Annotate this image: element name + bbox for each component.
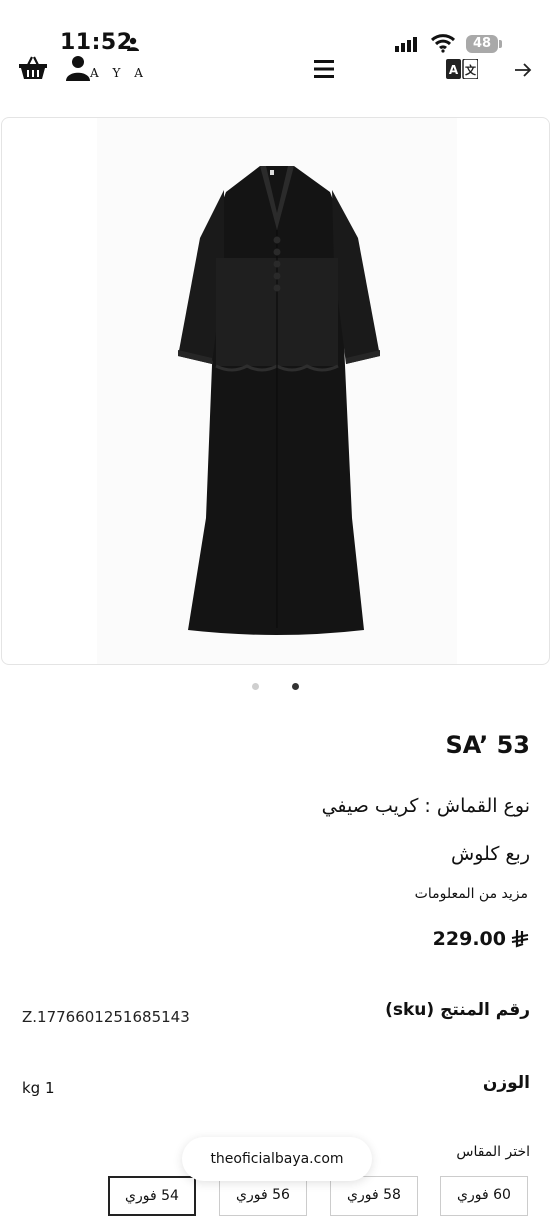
sku-value: Z.1776601251685143 — [22, 1008, 190, 1026]
carousel-dot-1[interactable] — [252, 683, 259, 690]
carousel-dot-2-active[interactable] — [292, 683, 299, 690]
svg-text:文: 文 — [465, 63, 477, 77]
product-image[interactable] — [1, 117, 550, 665]
weight-label: الوزن — [482, 1073, 530, 1093]
weight-value: kg 1 — [22, 1079, 55, 1097]
fit-type: ربع كلوش — [451, 843, 530, 865]
size-option-60[interactable]: 60 فوري — [440, 1176, 528, 1216]
browser-url-pill[interactable]: theoficialbaya.com — [182, 1137, 372, 1181]
product-title: SA’ 53 — [445, 731, 530, 759]
riyal-currency-icon — [511, 930, 529, 948]
fabric-type: نوع القماش : كريب صيفي — [321, 795, 530, 817]
person-status-icon — [127, 37, 139, 51]
price-value: 229.00 — [432, 928, 506, 950]
svg-text:A: A — [449, 63, 459, 77]
user-icon[interactable] — [66, 55, 90, 81]
size-option-54-selected[interactable]: 54 فوري — [108, 1176, 196, 1216]
more-info-link[interactable]: مزيد من المعلومات — [415, 886, 528, 902]
translate-icon[interactable]: A 文 — [446, 59, 478, 79]
battery-tip — [499, 40, 502, 48]
arrow-right-icon[interactable] — [512, 60, 534, 80]
size-label: اختر المقاس — [456, 1144, 530, 1160]
abaya-illustration — [97, 118, 457, 664]
brand-logo-text[interactable]: A Y A — [90, 66, 148, 80]
hamburger-menu-icon[interactable] — [312, 58, 336, 80]
battery-indicator: 48 — [466, 35, 498, 53]
cellular-signal-icon — [395, 37, 417, 52]
wifi-icon — [430, 34, 456, 53]
size-option-58[interactable]: 58 فوري — [330, 1176, 418, 1216]
basket-icon[interactable] — [18, 55, 48, 81]
price: 229.00 ⃁ — [433, 928, 530, 950]
status-time: 11:52 — [60, 30, 133, 55]
size-option-56[interactable]: 56 فوري — [219, 1176, 307, 1216]
sku-label: رقم المنتج (sku) — [385, 1000, 530, 1020]
